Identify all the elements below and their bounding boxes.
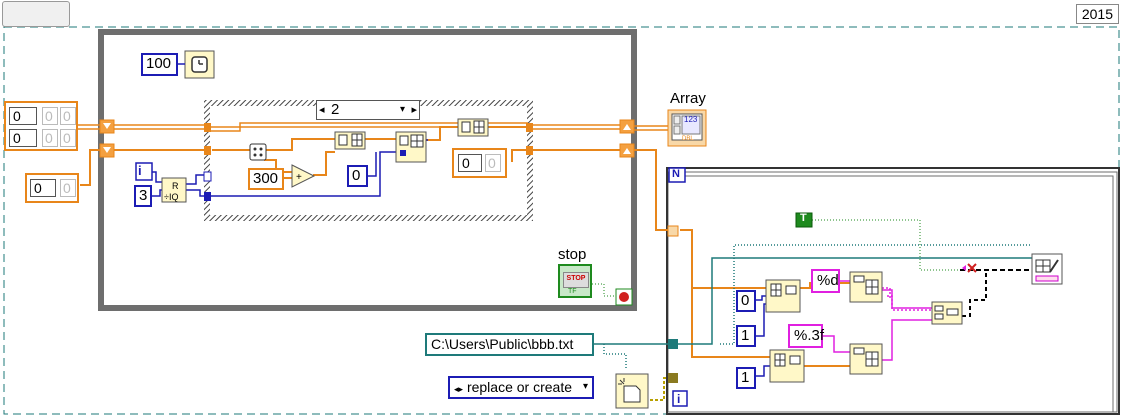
array-2d-control[interactable]: 0 0 0 0 0 0 — [4, 101, 78, 151]
array-indicator-dbl: DBL — [682, 136, 694, 142]
quotient-remainder-icon: R ÷IQ — [161, 177, 187, 203]
stop-tf: TF — [568, 288, 577, 295]
for-loop-tunnel — [667, 225, 679, 237]
case-dropdown-icon[interactable]: ▾ — [400, 101, 405, 119]
insert-into-array-icon — [395, 131, 427, 163]
for-index-terminal: i — [677, 392, 681, 406]
year-label: 2015 — [1075, 4, 1119, 24]
array-1d-index[interactable]: 0 — [30, 179, 56, 197]
array-2d-ghost: 0 — [42, 107, 58, 125]
array-2d-ghost: 0 — [60, 129, 76, 147]
chevron-down-icon: ▾ — [582, 381, 588, 392]
while-iteration-label: i — [138, 163, 142, 178]
replace-array-subset-icon — [334, 131, 366, 150]
case-selector[interactable]: ◂ 2 ▾ ▸ — [316, 100, 420, 120]
array-1d-control[interactable]: 0 0 — [25, 173, 79, 203]
array-indicator-label: Array — [670, 90, 706, 107]
ring-arrow-icon: ◂▸ — [454, 384, 464, 394]
for-loop-refnum-tunnel — [668, 373, 678, 383]
replace-subset-2-icon — [457, 118, 489, 137]
stop-button-face: STOP — [563, 272, 589, 288]
index-one-constant[interactable]: 1 — [736, 325, 756, 347]
for-loop-path-tunnel — [668, 339, 678, 349]
wait-ms-constant[interactable]: 100 — [141, 53, 178, 76]
file-operation-ring[interactable]: ◂▸ replace or create ▾ — [448, 376, 594, 399]
case-next-icon[interactable]: ▸ — [411, 101, 417, 119]
svg-text:÷IQ: ÷IQ — [164, 192, 178, 202]
divisor-constant[interactable]: 3 — [134, 185, 152, 207]
write-spreadsheet-file-icon — [1031, 253, 1063, 285]
wait-ms-icon — [184, 50, 215, 79]
case-prev-icon[interactable]: ◂ — [319, 101, 325, 119]
random-number-icon — [249, 143, 267, 161]
case-selector-value: 2 — [331, 101, 340, 118]
array-indicator-type: 123 — [684, 115, 698, 124]
array-to-spreadsheet-2-icon — [849, 343, 883, 375]
file-path-constant[interactable]: C:\Users\Public\bbb.txt — [425, 333, 594, 356]
insert-index-constant[interactable]: 0 — [347, 165, 368, 187]
format-int-constant[interactable]: %d — [811, 269, 840, 293]
format-float-constant[interactable]: %.3f — [788, 324, 824, 348]
array-2d-ghost: 0 — [60, 107, 76, 125]
stop-label: stop — [558, 246, 587, 263]
array-to-spreadsheet-icon — [849, 271, 883, 303]
array-1d-ghost: 0 — [60, 179, 76, 197]
for-count-terminal: N — [672, 168, 680, 180]
array-2d-ghost: 0 — [42, 129, 58, 147]
file-operation-value: replace or create — [466, 379, 572, 395]
case-array-index[interactable]: 0 — [458, 154, 482, 172]
array-2d-index-1[interactable]: 0 — [9, 129, 37, 147]
stop-button[interactable]: STOP TF — [558, 264, 592, 298]
index-zero-constant[interactable]: 0 — [736, 290, 756, 312]
open-create-file-icon — [615, 373, 649, 409]
index-one-constant-2[interactable]: 1 — [736, 367, 756, 389]
case-array-ghost: 0 — [485, 154, 501, 172]
concatenate-strings-icon — [931, 301, 963, 325]
index-array-2-icon — [769, 349, 805, 383]
case-tunnel — [204, 123, 211, 132]
file-path-value: C:\Users\Public\bbb.txt — [431, 336, 574, 352]
true-constant[interactable]: T — [800, 212, 807, 224]
toolbar[interactable] — [2, 1, 70, 27]
array-2d-index-0[interactable]: 0 — [9, 107, 37, 125]
random-offset-constant[interactable]: 300 — [248, 168, 284, 190]
svg-text:R: R — [172, 181, 179, 191]
index-array-icon — [765, 279, 801, 313]
svg-text:+: + — [296, 172, 302, 183]
case-array-constant[interactable]: 0 0 — [452, 148, 507, 178]
stop-terminal — [615, 288, 633, 306]
